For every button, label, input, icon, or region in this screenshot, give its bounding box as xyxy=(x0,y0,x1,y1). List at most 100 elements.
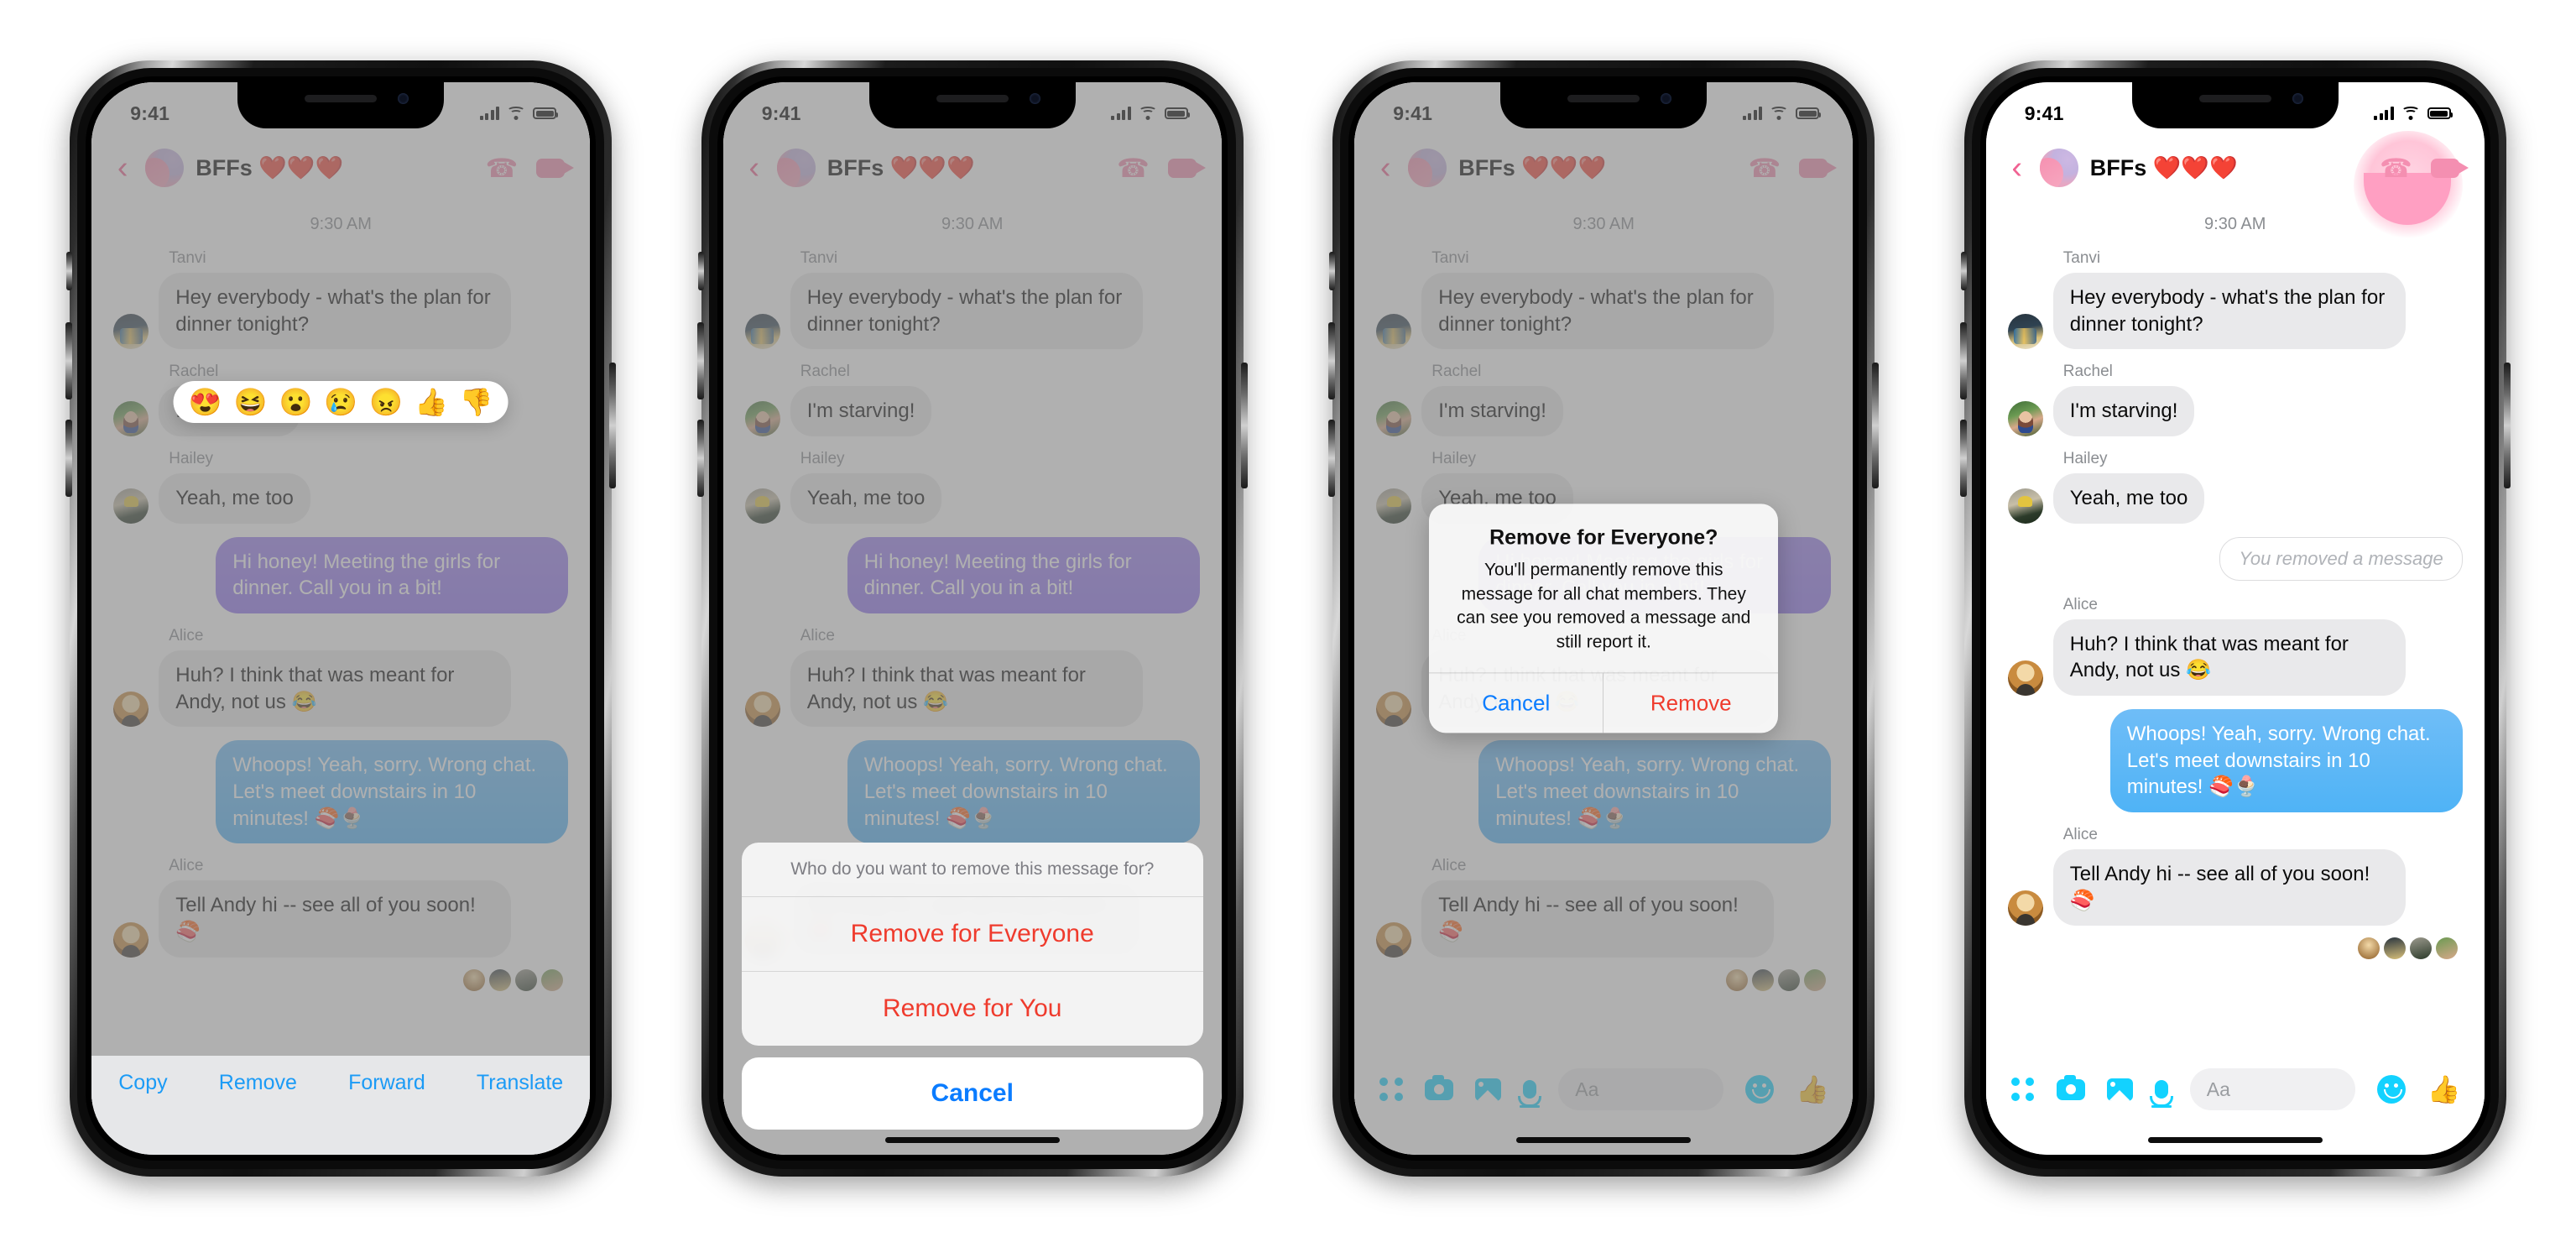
thumbs-up-reaction[interactable]: 👍 xyxy=(415,389,448,415)
forward-button[interactable]: Forward xyxy=(348,1071,425,1095)
message-row[interactable]: Yeah, me too xyxy=(2007,473,2463,524)
microphone-icon[interactable] xyxy=(2154,1080,2168,1099)
love-reaction[interactable]: 😍 xyxy=(189,389,222,415)
message-input[interactable]: Aa xyxy=(2189,1068,2355,1110)
message-bubble[interactable]: Huh? I think that was meant for Andy, no… xyxy=(159,650,512,728)
remove-for-you-button[interactable]: Remove for You xyxy=(741,971,1203,1046)
message-bubble[interactable]: Tell Andy hi -- see all of you soon! 🍣 xyxy=(2052,849,2406,926)
video-call-icon[interactable] xyxy=(1167,158,1206,178)
group-avatar[interactable] xyxy=(776,149,816,187)
message-bubble[interactable]: Whoops! Yeah, sorry. Wrong chat. Let's m… xyxy=(216,740,569,844)
thumbs-up-icon[interactable]: 👍 xyxy=(2427,1076,2461,1103)
camera-icon[interactable] xyxy=(2056,1074,2085,1100)
message-bubble[interactable]: I'm starving! xyxy=(790,386,932,437)
message-bubble[interactable]: Hey everybody - what's the plan for dinn… xyxy=(790,273,1143,350)
volume-down-button[interactable] xyxy=(65,420,73,497)
message-row[interactable]: Huh? I think that was meant for Andy, no… xyxy=(2007,618,2463,697)
remove-button[interactable]: Remove xyxy=(1603,674,1778,733)
message-row[interactable]: Huh? I think that was meant for Andy, no… xyxy=(113,650,568,728)
translate-button[interactable]: Translate xyxy=(477,1071,563,1095)
chevron-left-icon[interactable]: ‹ xyxy=(2006,152,2028,184)
message-row-selected[interactable]: Hi honey! Meeting the girls for dinner. … xyxy=(745,536,1200,614)
message-bubble[interactable]: I'm starving! xyxy=(1421,386,1563,437)
thumbs-down-reaction[interactable]: 👎 xyxy=(460,389,493,415)
mute-switch[interactable] xyxy=(1960,252,1967,290)
message-bubble[interactable]: Hey everybody - what's the plan for dinn… xyxy=(159,273,512,350)
apps-grid-icon[interactable] xyxy=(2010,1078,2035,1101)
message-row[interactable]: I'm starving! xyxy=(2007,386,2463,437)
photo-gallery-icon[interactable] xyxy=(1475,1078,1502,1101)
volume-up-button[interactable] xyxy=(1328,322,1336,399)
message-row[interactable]: I'm starving! xyxy=(744,386,1200,437)
message-row[interactable]: Hey everybody - what's the plan for dinn… xyxy=(1376,273,1831,350)
reaction-picker[interactable]: 😍 😆 😮 😢 😠 👍 👎 xyxy=(173,381,508,423)
message-row[interactable]: Hey everybody - what's the plan for dinn… xyxy=(113,273,568,350)
message-row[interactable]: Whoops! Yeah, sorry. Wrong chat. Let's m… xyxy=(1376,740,1832,844)
home-indicator[interactable] xyxy=(2147,1137,2323,1143)
sad-reaction[interactable]: 😢 xyxy=(324,389,357,415)
message-bubble-selected[interactable]: Hi honey! Meeting the girls for dinner. … xyxy=(847,536,1200,614)
remove-for-everyone-button[interactable]: Remove for Everyone xyxy=(742,897,1203,971)
phone-call-icon[interactable]: ☎ xyxy=(486,155,519,181)
volume-up-button[interactable] xyxy=(696,322,704,399)
angry-reaction[interactable]: 😠 xyxy=(369,389,403,415)
message-bubble[interactable]: Yeah, me too xyxy=(159,473,310,524)
microphone-icon[interactable] xyxy=(1523,1080,1537,1099)
video-call-icon[interactable] xyxy=(2430,158,2469,178)
message-input[interactable]: Aa xyxy=(1558,1068,1724,1110)
volume-down-button[interactable] xyxy=(696,420,704,497)
message-bubble[interactable]: I'm starving! xyxy=(2052,386,2195,437)
message-thread[interactable]: 9:30 AM Tanvi Hey everybody - what's the… xyxy=(91,201,590,1052)
volume-down-button[interactable] xyxy=(1959,420,1967,497)
video-call-icon[interactable] xyxy=(1799,158,1838,178)
camera-icon[interactable] xyxy=(1425,1074,1454,1100)
phone-call-icon[interactable]: ☎ xyxy=(1749,155,1781,181)
message-bubble[interactable]: Whoops! Yeah, sorry. Wrong chat. Let's m… xyxy=(847,740,1200,844)
message-row[interactable]: Whoops! Yeah, sorry. Wrong chat. Let's m… xyxy=(113,740,569,844)
message-row[interactable]: Hey everybody - what's the plan for dinn… xyxy=(744,273,1200,350)
cancel-button[interactable]: Cancel xyxy=(1429,673,1604,733)
message-bubble[interactable]: Tell Andy hi -- see all of you soon! 🍣 xyxy=(1421,880,1775,958)
emoji-smiley-icon[interactable] xyxy=(2376,1075,2406,1104)
message-row[interactable]: Whoops! Yeah, sorry. Wrong chat. Let's m… xyxy=(2008,709,2463,813)
message-row[interactable]: Hey everybody - what's the plan for dinn… xyxy=(2007,273,2463,350)
home-indicator[interactable] xyxy=(884,1137,1060,1143)
message-row[interactable]: Yeah, me too xyxy=(744,473,1200,524)
volume-up-button[interactable] xyxy=(1959,322,1967,399)
message-row[interactable]: Huh? I think that was meant for Andy, no… xyxy=(744,650,1200,728)
message-row-selected[interactable]: Hi honey! Meeting the girls for dinner. … xyxy=(113,536,569,614)
phone-call-icon[interactable]: ☎ xyxy=(2380,155,2412,181)
power-button[interactable] xyxy=(1240,363,1248,488)
volume-down-button[interactable] xyxy=(1328,420,1336,497)
message-bubble[interactable]: Whoops! Yeah, sorry. Wrong chat. Let's m… xyxy=(1478,740,1832,844)
remove-button[interactable]: Remove xyxy=(219,1071,297,1095)
message-bubble[interactable]: Huh? I think that was meant for Andy, no… xyxy=(790,650,1143,728)
photo-gallery-icon[interactable] xyxy=(2106,1078,2133,1101)
message-bubble[interactable]: Hey everybody - what's the plan for dinn… xyxy=(1421,273,1775,350)
thumbs-up-icon[interactable]: 👍 xyxy=(1796,1076,1829,1103)
video-call-icon[interactable] xyxy=(536,158,575,178)
message-row[interactable]: Tell Andy hi -- see all of you soon! 🍣 xyxy=(2007,849,2463,926)
message-bubble-selected[interactable]: Hi honey! Meeting the girls for dinner. … xyxy=(216,536,569,614)
message-row[interactable]: Tell Andy hi -- see all of you soon! 🍣 xyxy=(113,880,568,958)
chevron-left-icon[interactable]: ‹ xyxy=(1374,152,1396,184)
message-row[interactable]: I'm starving! xyxy=(1376,386,1831,437)
chevron-left-icon[interactable]: ‹ xyxy=(743,152,765,184)
message-row[interactable]: Yeah, me too xyxy=(113,473,568,524)
group-avatar[interactable] xyxy=(1408,149,1447,187)
phone-call-icon[interactable]: ☎ xyxy=(1117,155,1150,181)
mute-switch[interactable] xyxy=(697,252,704,290)
emoji-smiley-icon[interactable] xyxy=(1745,1075,1775,1104)
chevron-left-icon[interactable]: ‹ xyxy=(112,152,133,184)
wow-reaction[interactable]: 😮 xyxy=(279,389,312,415)
message-bubble[interactable]: Yeah, me too xyxy=(2052,473,2205,524)
power-button[interactable] xyxy=(1872,363,1880,488)
mute-switch[interactable] xyxy=(66,252,73,290)
message-bubble[interactable]: Yeah, me too xyxy=(790,473,942,524)
mute-switch[interactable] xyxy=(1329,252,1336,290)
message-bubble[interactable]: Huh? I think that was meant for Andy, no… xyxy=(2052,618,2406,697)
group-avatar[interactable] xyxy=(2039,149,2078,187)
message-bubble[interactable]: Tell Andy hi -- see all of you soon! 🍣 xyxy=(159,880,512,958)
message-row[interactable]: Whoops! Yeah, sorry. Wrong chat. Let's m… xyxy=(745,740,1200,844)
message-thread[interactable]: 9:30 AM Tanvi Hey everybody - what's the… xyxy=(1986,201,2485,1052)
